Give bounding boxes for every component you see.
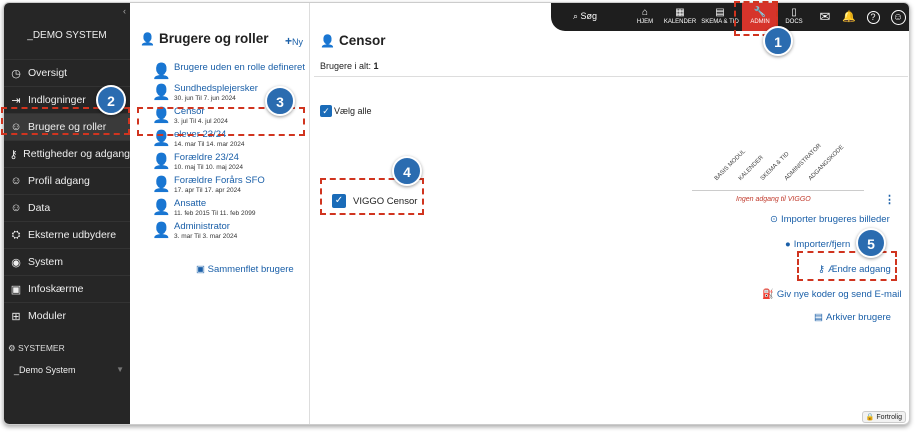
collapse-chevron-icon[interactable]: ‹ bbox=[123, 6, 126, 16]
system-name: _DEMO SYSTEM bbox=[27, 30, 107, 41]
send-codes-button[interactable]: ⛽ Giv nye koder og send E-mail bbox=[762, 289, 901, 300]
import-remove-button[interactable]: ● Importer/fjern bbox=[785, 239, 850, 250]
page-title: 👤 Censor bbox=[320, 33, 386, 48]
user-silhouette-icon: 👤 bbox=[152, 176, 171, 193]
archive-users-button[interactable]: ▤ Arkiver brugere bbox=[814, 312, 891, 323]
no-access-label: Ingen adgang til VIGGO bbox=[736, 196, 811, 203]
merge-icon: ▣ bbox=[196, 264, 208, 275]
sidebar-item-profil-adgang[interactable]: ☺ Profil adgang bbox=[4, 167, 130, 194]
sidebar-item-system[interactable]: ◉ System bbox=[4, 248, 130, 275]
step-badge: 2 bbox=[96, 85, 126, 115]
role-title: Forældre 23/24 bbox=[174, 152, 239, 163]
sidebar-item-data[interactable]: ☺ Data bbox=[4, 194, 130, 221]
users-icon: 👤 bbox=[140, 32, 155, 46]
avatar-icon[interactable]: ☺ bbox=[887, 3, 909, 31]
role-date: 17. apr Til 17. apr 2024 bbox=[174, 187, 241, 194]
calendar-icon: ▦ bbox=[675, 7, 685, 18]
step-badge: 4 bbox=[392, 156, 422, 186]
search-icon: ⌕ bbox=[573, 11, 581, 21]
key-icon: ⚷ bbox=[9, 148, 18, 161]
role-list-item[interactable]: 👤 Forældre Forårs SFO 17. apr Til 17. apr … bbox=[152, 176, 307, 195]
caret-down-icon: ▼ bbox=[116, 365, 124, 374]
bell-icon[interactable]: 🔔 bbox=[838, 3, 860, 31]
step-badge: 5 bbox=[856, 228, 886, 258]
sidebar-item-moduler[interactable]: ⊞ Moduler bbox=[4, 302, 130, 329]
sidebar-item-infoskaerme[interactable]: ▣ Infoskærme bbox=[4, 275, 130, 302]
screen-icon: ▣ bbox=[10, 283, 22, 296]
role-list-item[interactable]: 👤 Ansatte 11. feb 2015 Til 11. feb 2099 bbox=[152, 199, 307, 218]
role-list-item[interactable]: 👤 Brugere uden en rolle defineret bbox=[152, 62, 307, 81]
system-selector[interactable]: _Demo System ▼ bbox=[14, 365, 124, 375]
login-icon: ⇥ bbox=[11, 94, 21, 107]
data-icon: ☺ bbox=[10, 202, 22, 214]
role-date: 11. feb 2015 Til 11. feb 2099 bbox=[174, 210, 256, 217]
confidential-badge: 🔒 Fortrolig bbox=[861, 411, 906, 423]
user-silhouette-icon: 👤 bbox=[152, 222, 171, 239]
search-button[interactable]: ⌕ Søg bbox=[573, 11, 597, 22]
step-badge: 1 bbox=[763, 26, 793, 56]
modules-icon: ⊞ bbox=[11, 310, 21, 323]
mail-icon[interactable]: ✉ bbox=[814, 3, 836, 31]
nav-home[interactable]: ⌂ HJEM bbox=[631, 3, 659, 31]
roles-column: 👤 Brugere og roller +Ny 👤 Brugere uden en … bbox=[130, 3, 310, 424]
highlight-change-access bbox=[797, 251, 897, 281]
external-icon: ⛭ bbox=[11, 228, 21, 241]
role-title: Brugere uden en rolle defineret bbox=[174, 62, 305, 73]
role-title: Ansatte bbox=[174, 198, 207, 209]
user-silhouette-icon: 👤 bbox=[152, 84, 171, 101]
user-silhouette-icon: 👤 bbox=[152, 199, 171, 216]
user-silhouette-icon: 👤 bbox=[152, 153, 171, 170]
role-date: 3. mar Til 3. mar 2024 bbox=[174, 233, 238, 240]
role-list-item[interactable]: 👤 Forældre 23/24 10. maj Til 10. maj 2024 bbox=[152, 153, 307, 172]
app-window: ‹ _DEMO SYSTEM ◷ Oversigt ⇥ Indlogninger ☺… bbox=[3, 2, 910, 425]
step-badge: 3 bbox=[265, 86, 295, 116]
divider bbox=[314, 76, 908, 77]
role-date: 14. mar Til 14. mar 2024 bbox=[174, 141, 245, 148]
lock-icon: 🔒 bbox=[865, 414, 877, 421]
merge-users-button[interactable]: ▣ Sammenflet brugere bbox=[196, 264, 294, 275]
more-menu-icon[interactable]: ⋮ bbox=[884, 193, 895, 206]
archive-icon: ▤ bbox=[814, 312, 823, 323]
system-icon: ◉ bbox=[11, 256, 21, 269]
role-date: 30. jun Til 7. jun 2024 bbox=[174, 95, 236, 102]
role-title: Administrator bbox=[174, 221, 230, 232]
dashboard-icon: ◷ bbox=[11, 67, 21, 80]
docs-icon: ▯ bbox=[791, 7, 797, 18]
systems-heading: ⚙ SYSTEMER bbox=[8, 343, 65, 353]
roles-title: 👤 Brugere og roller bbox=[140, 31, 269, 46]
user-count: Brugere i alt: 1 bbox=[320, 61, 379, 71]
profile-icon: ☺ bbox=[10, 175, 22, 187]
import-pictures-button[interactable]: ⊙ Importer brugeres billeder bbox=[770, 214, 890, 225]
sidebar-item-eksterne-udbydere[interactable]: ⛭ Eksterne udbydere bbox=[4, 221, 130, 248]
stamp-icon: ⛽ bbox=[762, 289, 774, 300]
sidebar-item-oversigt[interactable]: ◷ Oversigt bbox=[4, 59, 130, 86]
role-date: 10. maj Til 10. maj 2024 bbox=[174, 164, 244, 171]
sidebar-item-rettigheder[interactable]: ⚷ Rettigheder og adgang bbox=[4, 140, 130, 167]
top-bar: ⌕ Søg ⌂ HJEM ▦ KALENDER ▤ SKEMA & TID 🔧 ADMI… bbox=[551, 3, 909, 31]
user-silhouette-icon: 👤 bbox=[152, 63, 172, 81]
home-icon: ⌂ bbox=[641, 7, 649, 18]
add-role-button[interactable]: +Ny bbox=[285, 34, 303, 48]
check-icon: ✓ bbox=[320, 105, 332, 117]
sidebar: ‹ _DEMO SYSTEM ◷ Oversigt ⇥ Indlogninger ☺… bbox=[4, 3, 130, 424]
user-icon: 👤 bbox=[320, 34, 335, 48]
role-title: Sundhedsplejersker bbox=[174, 83, 258, 94]
nav-calendar[interactable]: ▦ KALENDER bbox=[661, 3, 699, 31]
permission-column-headers: BASIS MODUL KALENDER SKEMA & TID ADMINIS… bbox=[692, 143, 864, 191]
systems-icon: ⚙ bbox=[8, 343, 18, 353]
plus-icon: + bbox=[284, 34, 292, 48]
camera-icon: ⊙ bbox=[770, 214, 778, 225]
role-list-item[interactable]: 👤 Administrator 3. mar Til 3. mar 2024 bbox=[152, 222, 307, 241]
role-title: Forældre Forårs SFO bbox=[174, 175, 265, 186]
import-icon: ● bbox=[785, 239, 791, 250]
select-all-checkbox[interactable]: ✓ Vælg alle bbox=[320, 105, 372, 117]
help-icon[interactable]: ? bbox=[862, 3, 884, 31]
